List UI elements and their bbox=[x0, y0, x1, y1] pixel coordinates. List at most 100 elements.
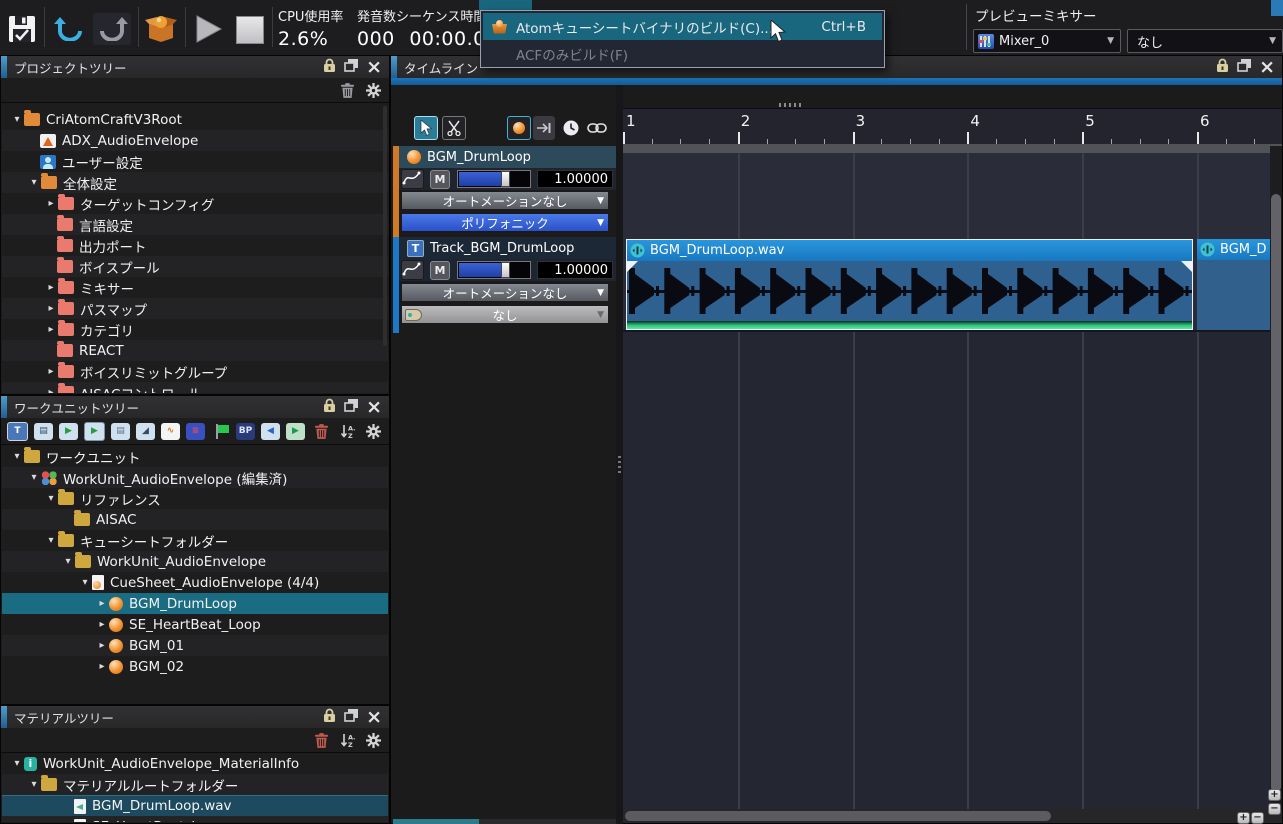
cue-automation-select[interactable]: オートメーションなし ▼ bbox=[401, 191, 609, 210]
tree-item[interactable]: ユーザー設定 bbox=[2, 151, 388, 172]
time-display-button[interactable] bbox=[559, 116, 583, 140]
collapse-icon[interactable]: ▾ bbox=[61, 556, 75, 567]
tree-item[interactable]: ▸ ミキサー bbox=[2, 277, 388, 298]
tree-item[interactable]: AISAC bbox=[2, 509, 388, 530]
hscroll-thumb[interactable] bbox=[625, 811, 1051, 821]
timeline-vscrollbar[interactable] bbox=[1270, 146, 1282, 809]
text-track-icon[interactable]: T bbox=[7, 421, 28, 441]
tree-item[interactable]: ADX_AudioEnvelope bbox=[2, 130, 388, 151]
track-selector-select[interactable]: なし ▼ bbox=[401, 305, 609, 324]
collapse-icon[interactable]: ▾ bbox=[44, 493, 58, 504]
menu-item-build-acf-only[interactable]: ACFのみビルド(F) bbox=[483, 40, 882, 67]
undo-button[interactable] bbox=[52, 15, 88, 43]
trash-gray-icon[interactable] bbox=[338, 82, 357, 99]
tree-item[interactable]: ▸ BGM_01 bbox=[2, 635, 388, 656]
tree-item[interactable]: ▾ CriAtomCraftV3Root bbox=[2, 109, 388, 130]
tree-item[interactable]: ▸ ボイスリミットグループ bbox=[2, 361, 388, 382]
collapse-icon[interactable]: ▾ bbox=[10, 758, 24, 769]
trash-icon[interactable] bbox=[312, 423, 331, 440]
link-button[interactable] bbox=[585, 116, 609, 140]
tree-item[interactable]: ボイスプール bbox=[2, 256, 388, 277]
expand-icon[interactable]: ▸ bbox=[44, 303, 58, 314]
timeline-ruler[interactable]: 1 2 3 4 5 6 bbox=[623, 108, 1282, 145]
window-corner-button[interactable] bbox=[1271, 0, 1283, 16]
float-window-icon[interactable] bbox=[344, 58, 359, 76]
play-button[interactable] bbox=[194, 14, 224, 44]
tree-item[interactable]: SE_HeartBeat_Loop.wav bbox=[2, 816, 388, 822]
timeline-hscrollbar[interactable] bbox=[623, 809, 1282, 823]
timeline-plain-icon[interactable]: ▤ bbox=[111, 422, 130, 440]
timeline-grid-icon[interactable]: ▶ bbox=[84, 421, 105, 441]
metronome-icon[interactable]: ◢ bbox=[136, 422, 155, 440]
slider-handle[interactable] bbox=[501, 262, 511, 278]
timeline-import-icon[interactable]: ◀ bbox=[261, 422, 280, 440]
tree-item[interactable]: REACT bbox=[2, 340, 388, 361]
flag-icon[interactable] bbox=[211, 423, 230, 440]
tree-item[interactable]: ▾ キューシートフォルダー bbox=[2, 530, 388, 551]
preview-mixer-select[interactable]: Mixer_0 ▼ bbox=[973, 29, 1121, 53]
timeline-block-bar[interactable] bbox=[623, 144, 1282, 153]
build-button[interactable] bbox=[144, 11, 178, 45]
hzoom-out-button[interactable]: − bbox=[1251, 812, 1264, 824]
tree-item[interactable]: ▸ パスマップ bbox=[2, 298, 388, 319]
timeline-icon[interactable]: ▤ bbox=[34, 422, 53, 440]
expand-icon[interactable]: ▸ bbox=[44, 198, 58, 209]
tree-item[interactable]: 言語設定 bbox=[2, 214, 388, 235]
collapse-icon[interactable]: ▾ bbox=[27, 472, 41, 483]
clip-waveform-area[interactable] bbox=[627, 261, 1192, 321]
tree-item[interactable]: ▸ ターゲットコンフィグ bbox=[2, 193, 388, 214]
bp-icon[interactable]: BP bbox=[236, 422, 255, 440]
collapse-icon[interactable]: ▾ bbox=[44, 535, 58, 546]
splitter-grip[interactable] bbox=[618, 456, 621, 476]
tree-item[interactable]: ▾ マテリアルルートフォルダー bbox=[2, 774, 388, 795]
timeline-export-icon[interactable]: ▶ bbox=[286, 422, 305, 440]
tree-item[interactable]: ▸ カテゴリ bbox=[2, 319, 388, 340]
trackheader-hscrollbar[interactable] bbox=[393, 819, 616, 824]
timeline-overview-bar[interactable] bbox=[391, 78, 1282, 85]
tree-item[interactable]: ▸ BGM_02 bbox=[2, 656, 388, 677]
expand-icon[interactable]: ▸ bbox=[95, 661, 109, 672]
collapse-icon[interactable]: ▾ bbox=[27, 177, 41, 188]
tree-item[interactable]: ▾ リファレンス bbox=[2, 488, 388, 509]
tree-item[interactable]: ▾ ワークユニット bbox=[2, 446, 388, 467]
close-icon[interactable]: × bbox=[1259, 58, 1275, 77]
float-window-icon[interactable] bbox=[344, 398, 359, 416]
save-button[interactable] bbox=[6, 14, 38, 44]
lock-icon[interactable] bbox=[1216, 58, 1229, 76]
tree-item[interactable]: BGM_DrumLoop.wav bbox=[2, 795, 388, 816]
trash-icon[interactable] bbox=[312, 732, 331, 749]
envelope-icon[interactable] bbox=[401, 260, 424, 280]
expand-icon[interactable]: ▸ bbox=[44, 282, 58, 293]
cue-volume-slider[interactable] bbox=[457, 170, 531, 188]
vzoom-out-button[interactable]: − bbox=[1268, 803, 1281, 815]
close-icon[interactable]: × bbox=[366, 708, 382, 727]
tree-item[interactable]: ▾ WorkUnit_AudioEnvelope (編集済) bbox=[2, 467, 388, 488]
gear-icon[interactable] bbox=[364, 423, 383, 440]
redo-button[interactable] bbox=[93, 13, 131, 45]
tree-item[interactable]: 出力ポート bbox=[2, 235, 388, 256]
close-icon[interactable]: × bbox=[366, 58, 382, 77]
tree-item[interactable]: ▾ WorkUnit_AudioEnvelope_MaterialInfo bbox=[2, 753, 388, 774]
waveform-clip-bgm-drumloop[interactable]: BGM_DrumLoop.wav bbox=[626, 239, 1193, 330]
track-volume-value[interactable]: 1.00000 bbox=[537, 261, 613, 279]
collapse-icon[interactable]: ▾ bbox=[10, 114, 24, 125]
gear-icon[interactable] bbox=[364, 732, 383, 749]
lock-icon[interactable] bbox=[323, 398, 336, 416]
tree-item[interactable]: ▸ AISACコントロール bbox=[2, 382, 388, 393]
expand-icon[interactable]: ▸ bbox=[44, 324, 58, 335]
split-tool-button[interactable] bbox=[442, 116, 466, 140]
clip-header[interactable]: BGM_DrumLoop.wav bbox=[627, 240, 1192, 261]
menu-item-build-cuesheet-binary[interactable]: Atomキューシートバイナリのビルド(C)... Ctrl+B bbox=[483, 13, 882, 40]
mixer-strip-icon[interactable]: ≡ bbox=[186, 422, 205, 440]
tree-item[interactable]: ▸ BGM_DrumLoop bbox=[2, 593, 388, 614]
track-title-row[interactable]: T Track_BGM_DrumLoop bbox=[399, 237, 616, 259]
expand-icon[interactable]: ▸ bbox=[95, 619, 109, 630]
vzoom-in-button[interactable]: + bbox=[1268, 789, 1281, 801]
float-window-icon[interactable] bbox=[1237, 58, 1252, 76]
tree-item[interactable]: ▾ 全体設定 bbox=[2, 172, 388, 193]
cue-display-toggle[interactable] bbox=[507, 116, 531, 140]
slider-handle[interactable] bbox=[501, 171, 511, 187]
envelope-icon[interactable] bbox=[401, 169, 424, 189]
mute-button[interactable]: M bbox=[430, 260, 450, 280]
track-automation-select[interactable]: オートメーションなし ▼ bbox=[401, 283, 609, 302]
